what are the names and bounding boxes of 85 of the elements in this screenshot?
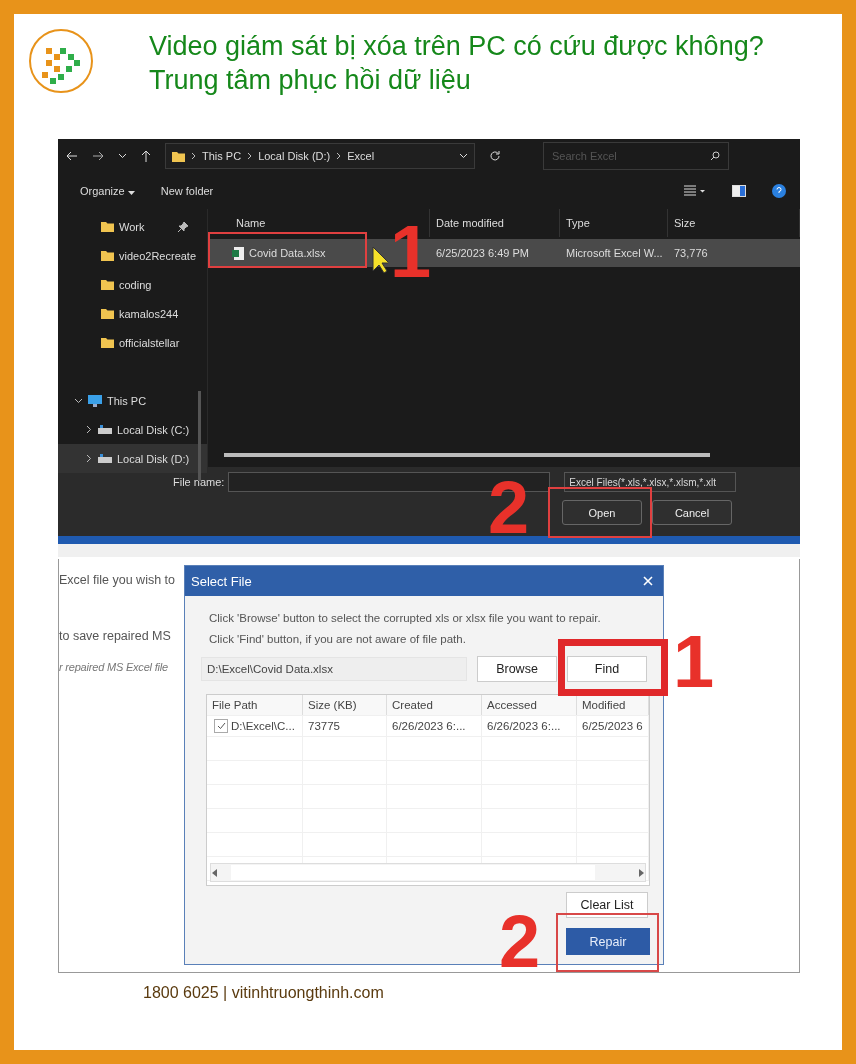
new-folder-button[interactable]: New folder — [160, 185, 214, 197]
horizontal-scrollbar[interactable] — [210, 863, 646, 882]
table-cell: D:\Excel\C... — [207, 716, 303, 736]
check-icon — [216, 722, 226, 730]
field-label: File name: — [173, 476, 225, 488]
view-options-icon[interactable] — [684, 185, 706, 197]
column-header[interactable]: Created — [387, 695, 482, 715]
table-cell: 6/26/2023 6:... — [482, 716, 577, 736]
breadcrumb-item[interactable]: Local Disk (D:) — [258, 150, 331, 162]
nav-item[interactable]: Local Disk (D:) — [58, 444, 207, 473]
chevron-right-icon — [247, 152, 253, 160]
folder-icon — [101, 308, 114, 319]
drive-icon — [98, 453, 112, 464]
organize-menu[interactable]: Organize — [80, 185, 135, 197]
address-bar[interactable]: This PC Local Disk (D:) Excel — [165, 143, 475, 169]
size-cell-text: 73,776 — [673, 247, 709, 259]
column-header[interactable]: File Path — [207, 695, 303, 715]
chevron-right-icon — [336, 152, 342, 160]
help-icon[interactable] — [772, 184, 786, 198]
column-header[interactable]: Accessed — [482, 695, 577, 715]
preview-pane-icon[interactable] — [732, 185, 746, 197]
folder-icon — [172, 150, 185, 162]
file-name: Covid Data.xlsx — [249, 247, 326, 259]
cursor-icon — [372, 246, 388, 274]
chevron-right-icon[interactable] — [84, 453, 93, 463]
file-type-dropdown[interactable]: Excel Files(*.xls,*.xlsx,*.xlsm,*.xlt — [564, 472, 737, 492]
article-title: Video giám sát bị xóa trên PC có cứu được không? Trung tâm phục hồi dữ liệu — [149, 30, 765, 97]
dialog-title: Select File — [191, 573, 252, 589]
table-cell: 6/25/2023 6 — [577, 716, 649, 736]
scroll-left-icon[interactable] — [211, 868, 219, 877]
clear-list-button[interactable]: Clear List — [566, 892, 648, 918]
close-icon[interactable] — [643, 576, 653, 586]
nav-item[interactable]: Local Disk (C:) — [58, 415, 207, 444]
table-cell: 6/26/2023 6:... — [387, 716, 482, 736]
refresh-icon[interactable] — [489, 150, 501, 162]
page-text: to save repaired MS — [59, 629, 172, 643]
nav-item[interactable]: This PC — [58, 386, 207, 415]
column-header[interactable]: Size (KB) — [303, 695, 387, 715]
drive-icon — [98, 424, 112, 435]
open-button[interactable]: Open — [562, 500, 642, 525]
folder-icon — [101, 337, 114, 348]
column-header[interactable]: Size — [668, 209, 800, 237]
spreadsheet-icon — [232, 246, 244, 260]
nav-item[interactable]: video2Recreate — [58, 241, 207, 270]
repair-button[interactable]: Repair — [566, 928, 650, 955]
date-cell-text: 6/25/2023 6:49 PM — [435, 247, 530, 259]
chevron-right-icon[interactable] — [84, 424, 93, 434]
cancel-button[interactable]: Cancel — [652, 500, 732, 525]
page-text: r repaired MS Excel file — [59, 661, 169, 673]
search-icon — [710, 151, 720, 161]
contact-info: 1800 6025 | vitinhtruongthinh.com — [143, 984, 384, 1001]
step-number: 2 — [499, 905, 541, 972]
type-cell-text: Microsoft Excel W... — [565, 247, 664, 259]
nav-item[interactable]: kamalos244 — [58, 299, 207, 328]
step-number: 2 — [488, 471, 530, 545]
column-header[interactable]: Type — [560, 209, 668, 237]
instruction-text: Click 'Browse' button to select the corrupted xls or xlsx file you want to repair. — [209, 611, 602, 626]
checkbox[interactable] — [214, 719, 228, 733]
step-number: 1 — [673, 625, 715, 699]
instruction-text: Click 'Find' button, if you are not aware of file path. — [209, 632, 467, 647]
nav-item[interactable]: officialstellar — [58, 328, 207, 357]
table-cell: 73775 — [303, 716, 387, 736]
browse-button[interactable]: Browse — [477, 656, 557, 682]
path-field[interactable]: D:\Excel\Covid Data.xlsx — [201, 657, 467, 681]
column-header[interactable]: Date modified — [430, 209, 560, 237]
caret-icon — [127, 191, 135, 195]
chevron-down-icon[interactable] — [459, 153, 468, 159]
folder-icon — [101, 279, 114, 290]
breadcrumb-item[interactable]: Excel — [347, 150, 375, 162]
breadcrumb-item[interactable]: This PC — [202, 150, 242, 162]
forward-icon[interactable] — [92, 151, 104, 161]
folder-icon — [101, 250, 114, 261]
up-icon[interactable] — [141, 150, 151, 162]
folder-icon — [101, 221, 114, 232]
find-button[interactable]: Find — [567, 656, 647, 682]
monitor-icon — [88, 394, 102, 407]
column-header[interactable]: Modified — [577, 695, 649, 715]
chevron-right-icon — [191, 152, 196, 160]
logo-icon — [28, 28, 94, 94]
scroll-right-icon[interactable] — [637, 868, 645, 877]
chevron-down-icon[interactable] — [118, 153, 127, 159]
back-icon[interactable] — [66, 151, 78, 161]
nav-item[interactable]: Work — [58, 212, 207, 241]
nav-item[interactable]: coding — [58, 270, 207, 299]
page-text: Excel file you wish to — [59, 573, 177, 587]
